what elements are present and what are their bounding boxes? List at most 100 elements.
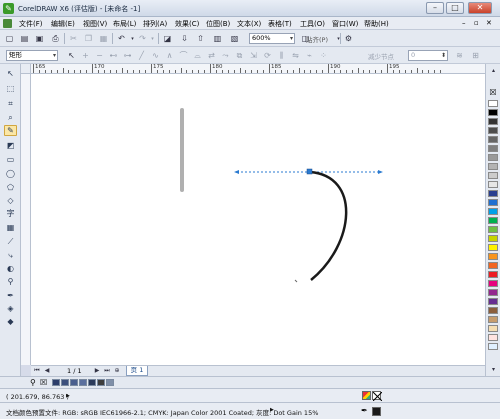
select-all-icon[interactable]: ⊞ [470, 50, 481, 61]
mirror-nodes-icon[interactable]: ⇋ [290, 50, 301, 61]
document-palette-swatch[interactable] [97, 379, 105, 386]
crop-tool-icon[interactable]: ⌗ [4, 98, 17, 109]
polygon-tool-icon[interactable]: ⬠ [4, 182, 17, 193]
palette-swatch[interactable] [488, 208, 498, 215]
eyedropper-tool-icon[interactable]: ⚲ [4, 276, 17, 287]
palette-swatch[interactable] [488, 298, 498, 305]
to-curve-icon[interactable]: ∿ [150, 50, 161, 61]
new-document-icon[interactable]: ▢ [4, 33, 15, 44]
interactive-fill-tool-icon[interactable]: ◆ [4, 316, 17, 327]
selected-node[interactable] [306, 168, 313, 175]
menu-tools[interactable]: 工具(O) [300, 19, 325, 29]
outline-pen-tool-icon[interactable]: ✒ [4, 290, 17, 301]
select-all-nodes-icon[interactable]: ⁘ [318, 50, 329, 61]
menu-edit[interactable]: 编辑(E) [51, 19, 75, 29]
menu-text[interactable]: 文本(X) [237, 19, 261, 29]
palette-swatch[interactable] [488, 316, 498, 323]
copy-icon[interactable]: ❐ [83, 33, 94, 44]
doc-minimize-button[interactable]: – [462, 19, 466, 27]
smooth-node-icon[interactable]: ⌒ [178, 50, 189, 61]
print-icon[interactable]: ⎙ [50, 33, 61, 44]
open-folder-icon[interactable]: ▤ [19, 33, 30, 44]
no-color-icon[interactable]: ☒ [40, 378, 47, 387]
to-line-icon[interactable]: ╱ [136, 50, 147, 61]
palette-swatch[interactable] [488, 172, 498, 179]
paste-icon[interactable]: ▦ [98, 33, 109, 44]
document-palette-swatch[interactable] [79, 379, 87, 386]
status-arrow-icon[interactable]: ▶ [66, 393, 70, 399]
palette-scroll-down-icon[interactable]: ▾ [488, 364, 499, 375]
connector-tool-icon[interactable]: ⤷ [4, 250, 17, 261]
document-palette-swatch[interactable] [70, 379, 78, 386]
extend-curve-icon[interactable]: ⤳ [220, 50, 231, 61]
close-button[interactable]: ✕ [468, 2, 492, 14]
palette-swatch[interactable] [488, 190, 498, 197]
cusp-node-icon[interactable]: ∧ [164, 50, 175, 61]
menu-table[interactable]: 表格(T) [268, 19, 292, 29]
align-nodes-icon[interactable]: ⫼ [276, 50, 287, 61]
add-page-icon[interactable]: ⊕ [113, 367, 121, 375]
left-control-handle-icon[interactable] [234, 170, 239, 174]
freehand-tool-icon[interactable]: ✎ [4, 125, 17, 136]
zoom-level-combo[interactable]: 600% ▾ [249, 33, 295, 44]
interactive-effects-tool-icon[interactable]: ◐ [4, 263, 17, 274]
palette-swatch[interactable] [488, 271, 498, 278]
doc-restore-button[interactable]: ▫ [474, 19, 479, 27]
text-tool-icon[interactable]: 字 [4, 208, 17, 219]
reverse-direction-icon[interactable]: ⇄ [206, 50, 217, 61]
palette-swatch[interactable] [488, 289, 498, 296]
palette-swatch[interactable] [488, 226, 498, 233]
ellipse-tool-icon[interactable]: ◯ [4, 168, 17, 179]
next-page-icon[interactable]: ▶ [93, 367, 101, 375]
no-color-icon[interactable]: ☒ [488, 88, 498, 97]
cut-icon[interactable]: ✂ [68, 33, 79, 44]
menu-arrange[interactable]: 排列(A) [143, 19, 167, 29]
publish-pdf-icon[interactable]: ▥ [212, 33, 223, 44]
undo-icon[interactable]: ↶ [116, 33, 127, 44]
document-palette-swatch[interactable] [106, 379, 114, 386]
stretch-nodes-icon[interactable]: ⇲ [248, 50, 259, 61]
dimension-tool-icon[interactable]: ⟋ [4, 236, 17, 247]
export-icon[interactable]: ⇧ [195, 33, 206, 44]
palette-scroll-up-icon[interactable]: ▴ [488, 65, 499, 76]
object-type-select[interactable]: 矩形 ▾ [6, 50, 58, 61]
outline-pen-icon[interactable]: ✒ [361, 406, 368, 415]
menu-layout[interactable]: 布局(L) [113, 19, 136, 29]
palette-swatch[interactable] [488, 118, 498, 125]
save-icon[interactable]: ▣ [34, 33, 45, 44]
menu-effects[interactable]: 效果(C) [175, 19, 199, 29]
smart-fill-tool-icon[interactable]: ◩ [4, 140, 17, 151]
rotate-nodes-icon[interactable]: ⟳ [262, 50, 273, 61]
node-tool-icon[interactable]: ↖ [66, 50, 77, 61]
palette-swatch[interactable] [488, 199, 498, 206]
curve-smoothness-icon[interactable]: ≋ [454, 50, 465, 61]
drawing-canvas[interactable] [31, 74, 485, 365]
pick-tool-icon[interactable]: ↖ [4, 68, 17, 79]
join-nodes-icon[interactable]: ⊷ [108, 50, 119, 61]
delete-node-icon[interactable]: − [94, 50, 105, 61]
curve-path[interactable] [309, 170, 348, 281]
palette-swatch[interactable] [488, 253, 498, 260]
menu-help[interactable]: 帮助(H) [364, 19, 389, 29]
document-icon[interactable] [3, 19, 12, 28]
palette-swatch[interactable] [488, 325, 498, 332]
previous-page-icon[interactable]: ◀ [43, 367, 51, 375]
redo-dropdown-icon[interactable]: ▾ [147, 33, 158, 44]
vertical-ruler[interactable] [21, 74, 31, 365]
reduce-nodes-input[interactable]: 0 ⬍ [408, 50, 448, 61]
status-arrow-icon[interactable]: ▶ [270, 407, 274, 413]
rectangle-tool-icon[interactable]: ▭ [4, 154, 17, 165]
palette-swatch[interactable] [488, 217, 498, 224]
outline-color-swatch[interactable] [372, 407, 381, 416]
doc-close-button[interactable]: ✕ [486, 19, 492, 27]
right-control-handle-icon[interactable] [378, 170, 383, 174]
menu-file[interactable]: 文件(F) [19, 19, 43, 29]
menu-bitmaps[interactable]: 位图(B) [206, 19, 230, 29]
document-palette-swatch[interactable] [61, 379, 69, 386]
menu-window[interactable]: 窗口(W) [332, 19, 358, 29]
eyedropper-icon[interactable]: ⚲ [30, 378, 36, 387]
fill-bucket-icon[interactable] [362, 391, 371, 400]
palette-swatch[interactable] [488, 136, 498, 143]
extract-subpath-icon[interactable]: ⧉ [234, 50, 245, 61]
palette-swatch[interactable] [488, 181, 498, 188]
